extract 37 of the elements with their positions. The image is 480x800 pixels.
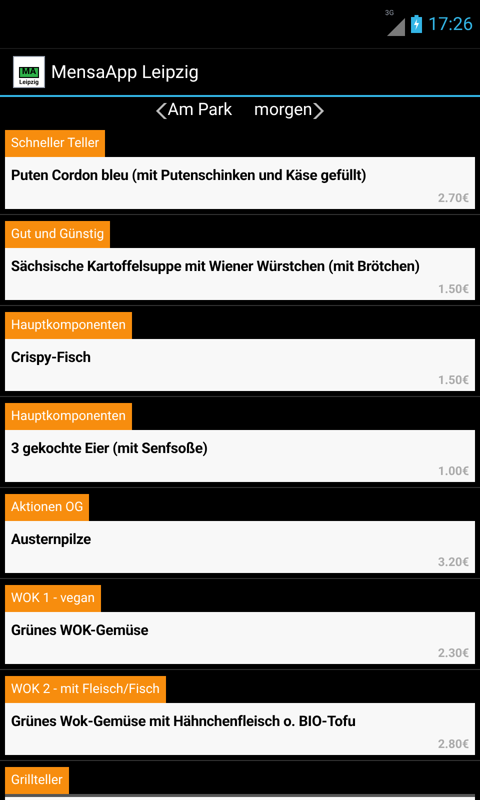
dish-name: Sächsische Kartoffelsuppe mit Wiener Würstchen (mit Brötchen) xyxy=(11,257,421,277)
category-tag: WOK 1 - vegan xyxy=(5,585,101,612)
clock-time: 17:26 xyxy=(428,12,473,36)
meal-card[interactable]: Austernpilze 3.20€ xyxy=(5,521,475,573)
app-title: MensaApp Leipzig xyxy=(51,60,199,84)
dish-name: Grünes WOK-Gemüse xyxy=(11,621,150,641)
logo-initials: MA xyxy=(18,67,39,78)
price: 2.70€ xyxy=(438,190,469,207)
category-tag: WOK 2 - mit Fleisch/Fisch xyxy=(5,676,166,703)
price: 1.00€ xyxy=(438,463,469,480)
chevron-left-icon xyxy=(156,102,168,120)
meal-card[interactable]: Sächsische Kartoffelsuppe mit Wiener Würstchen (mit Brötchen) 1.50€ xyxy=(5,248,475,300)
battery-charging-icon xyxy=(411,15,422,33)
category-tag: Gut und Günstig xyxy=(5,221,110,248)
dish-name: Crispy-Fisch xyxy=(11,348,92,368)
meal-card[interactable]: Grünes WOK-Gemüse 2.30€ xyxy=(5,612,475,664)
category-tag: Aktionen OG xyxy=(5,494,90,521)
previous-mensa-button[interactable]: Am Park xyxy=(156,98,232,124)
next-day-button[interactable]: morgen xyxy=(254,98,324,124)
price: 1.50€ xyxy=(438,281,469,298)
meal-card[interactable]: Crispy-Fisch 1.50€ xyxy=(5,339,475,391)
price: 2.80€ xyxy=(438,736,469,753)
meal-card[interactable]: 3 gekochte Eier (mit Senfsoße) 1.00€ xyxy=(5,430,475,482)
dish-name: Austernpilze xyxy=(11,530,92,550)
category-tag: Grillteller xyxy=(5,767,69,794)
chevron-right-icon xyxy=(312,102,324,120)
dish-name: Grünes Wok-Gemüse mit Hähnchenfleisch o. BIO-Tofu xyxy=(11,712,357,732)
category-tag: Hauptkomponenten xyxy=(5,312,132,339)
meal-card[interactable]: Puten Cordon bleu (mit Putenschinken und Käse gefüllt) 2.70€ xyxy=(5,157,475,209)
price: 2.30€ xyxy=(438,645,469,662)
category-tag: Schneller Teller xyxy=(5,130,105,157)
category-tag: Hauptkomponenten xyxy=(5,403,132,430)
dish-name: 3 gekochte Eier (mit Senfsoße) xyxy=(11,439,208,459)
meal-card[interactable]: Grünes Wok-Gemüse mit Hähnchenfleisch o. BIO-Tofu 2.80€ xyxy=(5,703,475,755)
dish-name: Puten Cordon bleu (mit Putenschinken und Käse gefüllt) xyxy=(11,166,368,186)
price: 1.50€ xyxy=(438,372,469,389)
price: 3.20€ xyxy=(438,554,469,571)
